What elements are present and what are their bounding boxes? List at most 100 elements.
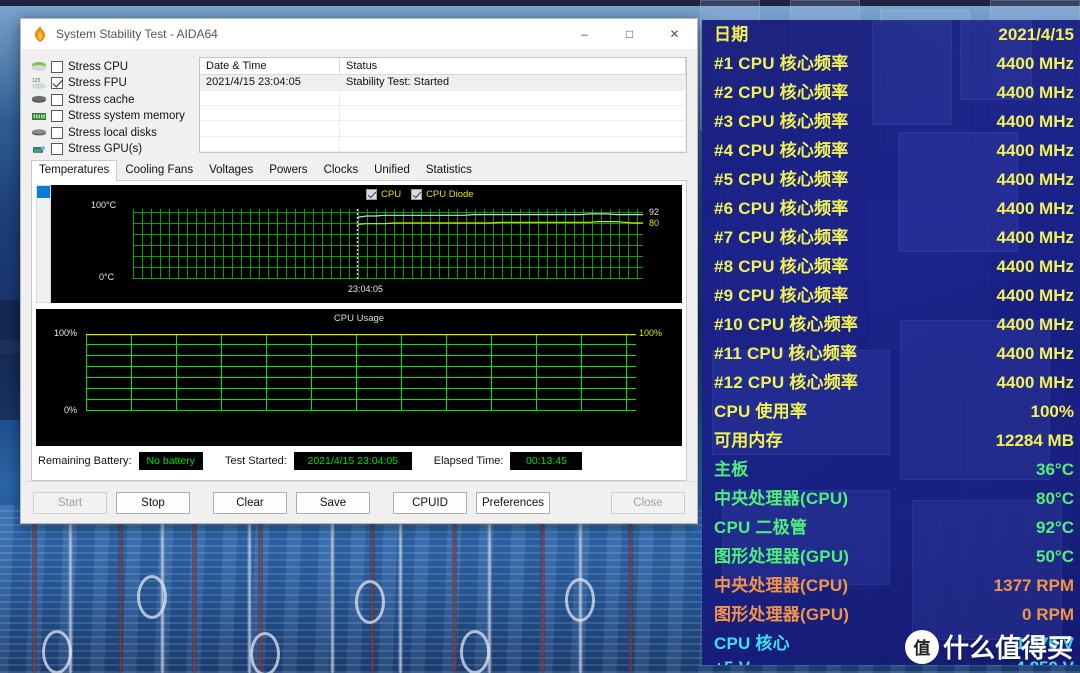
sensor-row: 图形处理器(GPU)50°C bbox=[710, 542, 1078, 571]
stress-memory-label: Stress system memory bbox=[68, 110, 185, 122]
chart-scrollbar-thumb[interactable] bbox=[37, 186, 50, 198]
railing-pole bbox=[32, 505, 37, 673]
window-controls[interactable]: – □ ✕ bbox=[562, 19, 697, 49]
elapsed-time-label: Elapsed Time: bbox=[434, 455, 504, 467]
railing-pole bbox=[398, 505, 403, 673]
sensor-row-value: 4400 MHz bbox=[997, 141, 1074, 161]
preferences-button[interactable]: Preferences bbox=[476, 492, 550, 514]
legend-cpu-diode-checkbox[interactable] bbox=[411, 189, 422, 200]
stress-options-list[interactable]: Stress CPU 123 Stress FPU bbox=[31, 57, 191, 153]
tab-unified[interactable]: Unified bbox=[366, 160, 418, 181]
stop-button[interactable]: Stop bbox=[116, 492, 190, 514]
save-button[interactable]: Save bbox=[296, 492, 370, 514]
sensor-row-name: #6 CPU 核心频率 bbox=[714, 194, 848, 219]
stress-cpu-checkbox[interactable] bbox=[51, 61, 63, 73]
stress-option-gpu[interactable]: Stress GPU(s) bbox=[31, 142, 191, 158]
temperature-chart-row: CPU CPU Diode 100°C 0°C 92 80 bbox=[36, 185, 682, 303]
sensor-row: #10 CPU 核心频率 4400 MHz bbox=[710, 310, 1078, 339]
stress-option-memory[interactable]: Stress system memory bbox=[31, 109, 191, 125]
close-button[interactable]: ✕ bbox=[652, 19, 697, 49]
cpuid-button[interactable]: CPUID bbox=[393, 492, 467, 514]
legend-cpu-checkbox[interactable] bbox=[366, 189, 377, 200]
wallpaper-building bbox=[0, 300, 22, 420]
tab-cooling-fans[interactable]: Cooling Fans bbox=[117, 160, 201, 181]
usage-axis-top-left: 100% bbox=[54, 328, 77, 338]
close-dialog-button[interactable]: Close bbox=[611, 492, 685, 514]
sensor-row-value: 4400 MHz bbox=[997, 315, 1074, 335]
sensor-row-name: #10 CPU 核心频率 bbox=[714, 310, 858, 335]
start-button[interactable]: Start bbox=[33, 492, 107, 514]
flame-icon bbox=[31, 25, 49, 43]
sensor-row-value: 4400 MHz bbox=[997, 199, 1074, 219]
cache-icon bbox=[31, 93, 47, 106]
sensor-row-name: #11 CPU 核心频率 bbox=[714, 339, 857, 364]
stress-option-cpu[interactable]: Stress CPU bbox=[31, 59, 191, 75]
sensor-row-value: 2021/4/15 bbox=[998, 25, 1074, 45]
sensor-row-value: 80°C bbox=[1036, 489, 1074, 509]
button-bar[interactable]: Start Stop Clear Save CPUID Preferences … bbox=[21, 481, 697, 523]
table-row[interactable]: 2021/4/15 23:04:05 Stability Test: Start… bbox=[200, 75, 686, 90]
stress-cpu-label: Stress CPU bbox=[68, 61, 128, 73]
sensor-row-value: 4.859 V bbox=[1015, 658, 1074, 665]
stress-cache-checkbox[interactable] bbox=[51, 94, 63, 106]
stress-memory-checkbox[interactable] bbox=[51, 110, 63, 122]
railing-ring bbox=[250, 632, 280, 673]
tab-powers[interactable]: Powers bbox=[261, 160, 315, 181]
legend-item-cpu[interactable]: CPU bbox=[366, 189, 401, 200]
tab-statistics[interactable]: Statistics bbox=[418, 160, 480, 181]
sensor-row-name: #9 CPU 核心频率 bbox=[714, 281, 848, 306]
stress-fpu-checkbox[interactable] bbox=[51, 77, 63, 89]
temp-axis-top: 100°C bbox=[91, 200, 116, 210]
tab-temperatures[interactable]: Temperatures bbox=[31, 160, 117, 181]
sensor-row-value: 4400 MHz bbox=[997, 286, 1074, 306]
table-row-empty bbox=[200, 121, 686, 136]
railing-pole bbox=[192, 505, 197, 673]
tab-clocks[interactable]: Clocks bbox=[316, 160, 367, 181]
sensor-row-name: CPU 使用率 bbox=[714, 397, 807, 422]
metric-tabs[interactable]: Temperatures Cooling Fans Voltages Power… bbox=[31, 160, 687, 181]
table-row-empty bbox=[200, 137, 686, 152]
maximize-button[interactable]: □ bbox=[607, 19, 652, 49]
sensor-row-name: 主板 bbox=[714, 455, 748, 480]
battery-label: Remaining Battery: bbox=[38, 455, 132, 467]
sensor-row-value: 4400 MHz bbox=[997, 344, 1074, 364]
sensor-row-value: 12284 MB bbox=[996, 431, 1074, 451]
sensor-row: 主板36°C bbox=[710, 455, 1078, 484]
sensor-row-name: 图形处理器(GPU) bbox=[714, 600, 849, 625]
stress-disks-label: Stress local disks bbox=[68, 127, 157, 139]
sensor-row-name: #2 CPU 核心频率 bbox=[714, 78, 848, 103]
temp-end-label-cpu: 80 bbox=[649, 218, 659, 228]
temperature-chart-legend[interactable]: CPU CPU Diode bbox=[366, 189, 474, 200]
legend-item-cpu-diode[interactable]: CPU Diode bbox=[411, 189, 474, 200]
sensor-row-value: 4400 MHz bbox=[997, 257, 1074, 277]
minimize-button[interactable]: – bbox=[562, 19, 607, 49]
temperature-chart-plot bbox=[133, 209, 643, 279]
desktop: System Stability Test - AIDA64 – □ ✕ Str… bbox=[0, 0, 1080, 673]
temp-axis-bottom: 0°C bbox=[99, 272, 114, 282]
clear-button[interactable]: Clear bbox=[213, 492, 287, 514]
railing-pole bbox=[330, 505, 335, 673]
tab-voltages[interactable]: Voltages bbox=[201, 160, 261, 181]
top-region: Stress CPU 123 Stress FPU bbox=[31, 57, 687, 153]
sensor-row-value: 4400 MHz bbox=[997, 54, 1074, 74]
sensor-row-name: #4 CPU 核心频率 bbox=[714, 136, 848, 161]
stress-gpu-checkbox[interactable] bbox=[51, 143, 63, 155]
stability-log-table[interactable]: Date & Time Status 2021/4/15 23:04:05 St… bbox=[199, 57, 687, 153]
graph-area: CPU CPU Diode 100°C 0°C 92 80 bbox=[31, 180, 687, 481]
railing-ring bbox=[42, 630, 72, 673]
cpu-icon bbox=[31, 60, 47, 73]
sensor-row: #2 CPU 核心频率4400 MHz bbox=[710, 78, 1078, 107]
stress-option-disks[interactable]: Stress local disks bbox=[31, 125, 191, 141]
sensor-row-name: #12 CPU 核心频率 bbox=[714, 368, 858, 393]
stress-option-cache[interactable]: Stress cache bbox=[31, 92, 191, 108]
chart-scrollbar[interactable] bbox=[36, 185, 51, 303]
stress-disks-checkbox[interactable] bbox=[51, 127, 63, 139]
railing-ring bbox=[137, 575, 167, 619]
window-titlebar[interactable]: System Stability Test - AIDA64 – □ ✕ bbox=[21, 19, 697, 49]
log-cell-status: Stability Test: Started bbox=[340, 75, 686, 89]
stress-option-fpu[interactable]: 123 Stress FPU bbox=[31, 76, 191, 92]
aida64-stability-window[interactable]: System Stability Test - AIDA64 – □ ✕ Str… bbox=[20, 18, 698, 524]
table-row-empty bbox=[200, 106, 686, 121]
sensor-row: #3 CPU 核心频率4400 MHz bbox=[710, 107, 1078, 136]
railing-pole bbox=[118, 505, 123, 673]
